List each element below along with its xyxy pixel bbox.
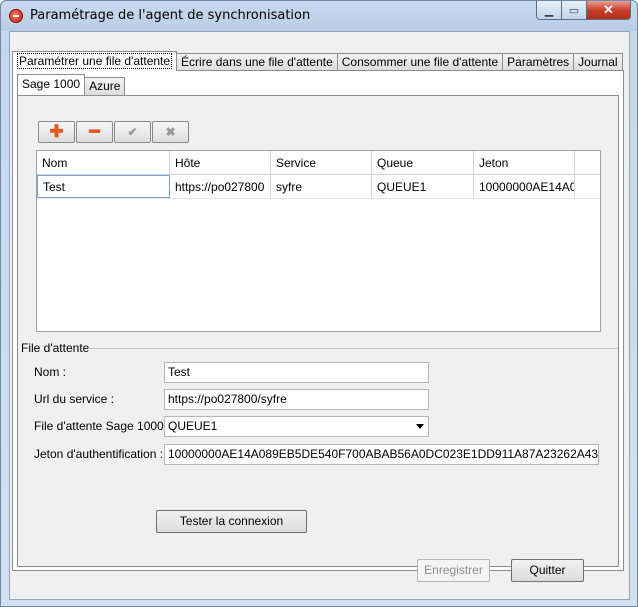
- minimize-button[interactable]: ▁: [536, 1, 562, 20]
- tab-write-queue[interactable]: Écrire dans une file d'attente: [176, 53, 338, 71]
- cross-icon: ✖: [165, 125, 176, 139]
- window-controls: ▁ ▭ ✕: [536, 1, 631, 20]
- tab-label: Journal: [578, 55, 618, 69]
- check-icon: ✔: [127, 125, 138, 139]
- tab-sage-1000[interactable]: Sage 1000: [17, 74, 86, 95]
- column-header-token[interactable]: Jeton: [474, 151, 575, 174]
- quit-button[interactable]: Quitter: [511, 559, 584, 582]
- sage-1000-panel: ✚ ━ ✔ ✖ Nom Hôte Service Queue Jeton Tes…: [17, 95, 619, 567]
- tab-settings[interactable]: Paramètres: [502, 53, 575, 71]
- maximize-icon: ▭: [568, 4, 580, 17]
- tab-label: Paramétrer une file d'attente: [17, 53, 173, 69]
- column-header-name[interactable]: Nom: [37, 151, 170, 174]
- tab-label: Azure: [89, 79, 121, 93]
- queue-label: File d'attente Sage 1000 :: [34, 419, 171, 433]
- test-connection-button[interactable]: Tester la connexion: [156, 510, 307, 533]
- app-window: Paramétrage de l'agent de synchronisatio…: [0, 0, 638, 607]
- title-bar[interactable]: Paramétrage de l'agent de synchronisatio…: [1, 1, 637, 31]
- sub-tab-strip: Sage 1000 Azure: [17, 74, 126, 95]
- cell-queue[interactable]: QUEUE1: [372, 175, 474, 198]
- tab-configure-queue[interactable]: Paramétrer une file d'attente: [12, 51, 178, 71]
- validate-button[interactable]: ✔: [114, 121, 151, 143]
- token-label: Jeton d'authentification :: [34, 447, 164, 461]
- add-queue-button[interactable]: ✚: [38, 121, 75, 143]
- column-header-service[interactable]: Service: [271, 151, 372, 174]
- column-header-queue[interactable]: Queue: [372, 151, 474, 174]
- main-tab-panel: Sage 1000 Azure ✚ ━ ✔ ✖ Nom Hôte Service…: [12, 70, 624, 571]
- cell-host[interactable]: https://po027800: [170, 175, 271, 198]
- tab-label: Paramètres: [507, 55, 570, 69]
- tab-label: Écrire dans une file d'attente: [181, 55, 333, 69]
- tab-azure[interactable]: Azure: [84, 77, 126, 95]
- minus-icon: ━: [89, 122, 100, 141]
- queue-grid[interactable]: Nom Hôte Service Queue Jeton Test https:…: [36, 150, 601, 332]
- maximize-button[interactable]: ▭: [562, 1, 587, 20]
- cell-token[interactable]: 10000000AE14A089: [474, 175, 575, 198]
- group-divider: [88, 348, 618, 349]
- name-field[interactable]: Test: [164, 362, 429, 383]
- cell-service[interactable]: syfre: [271, 175, 372, 198]
- tab-log[interactable]: Journal: [573, 53, 623, 71]
- url-field[interactable]: https://po027800/syfre: [164, 389, 429, 410]
- chevron-down-icon[interactable]: [416, 424, 424, 429]
- plus-icon: ✚: [49, 122, 64, 141]
- dialog-content: Paramétrer une file d'attente Écrire dan…: [9, 31, 630, 600]
- minimize-icon: ▁: [544, 4, 554, 17]
- close-icon: ✕: [603, 2, 614, 17]
- name-label: Nom :: [34, 365, 67, 379]
- cell-name[interactable]: Test: [37, 175, 170, 198]
- grid-header: Nom Hôte Service Queue Jeton: [37, 151, 600, 175]
- grid-toolbar: ✚ ━ ✔ ✖: [38, 121, 190, 143]
- tab-label: Consommer une file d'attente: [341, 55, 499, 69]
- column-header-host[interactable]: Hôte: [170, 151, 271, 174]
- app-logo-icon: [9, 9, 23, 23]
- window-title: Paramétrage de l'agent de synchronisatio…: [30, 8, 311, 23]
- queue-select-value: QUEUE1: [168, 419, 218, 433]
- queue-select[interactable]: QUEUE1: [164, 416, 429, 437]
- token-field[interactable]: 10000000AE14A089EB5DE540F700ABAB56A0DC02…: [164, 444, 599, 465]
- main-tab-strip: Paramétrer une file d'attente Écrire dan…: [12, 51, 623, 71]
- close-button[interactable]: ✕: [587, 1, 631, 20]
- save-button[interactable]: Enregistrer: [417, 559, 490, 582]
- url-label: Url du service :: [34, 392, 115, 406]
- cancel-edit-button[interactable]: ✖: [152, 121, 189, 143]
- queue-group-title: File d'attente: [21, 341, 90, 355]
- tab-consume-queue[interactable]: Consommer une file d'attente: [336, 53, 504, 71]
- remove-queue-button[interactable]: ━: [76, 121, 113, 143]
- tab-label: Sage 1000: [22, 77, 81, 91]
- table-row[interactable]: Test https://po027800 syfre QUEUE1 10000…: [37, 175, 600, 199]
